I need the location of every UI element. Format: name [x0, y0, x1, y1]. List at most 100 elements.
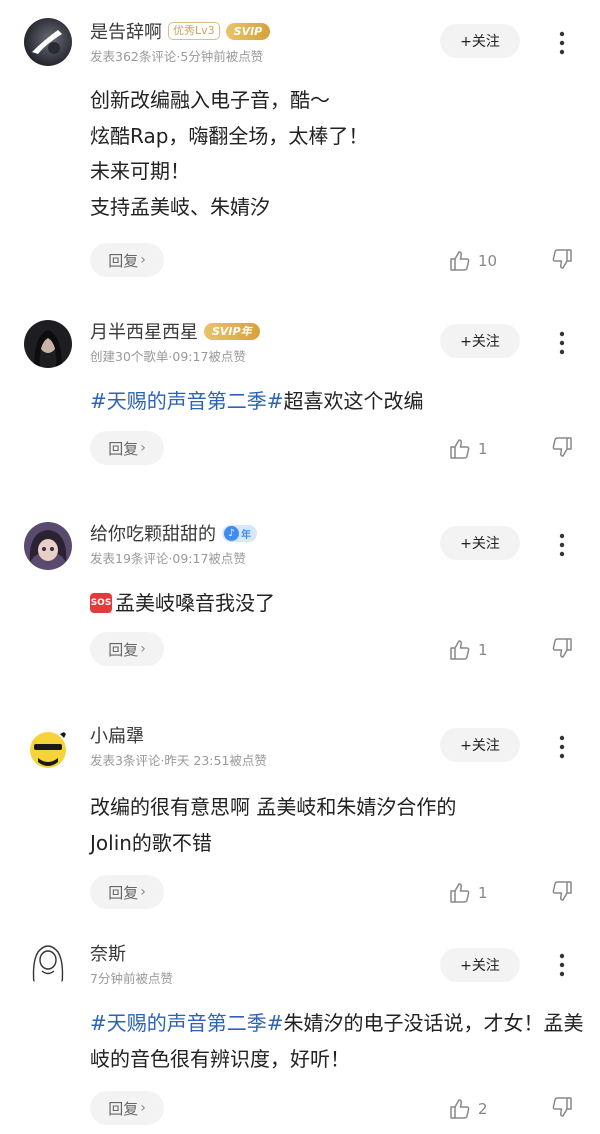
like-count: 1	[478, 641, 488, 659]
more-options-icon[interactable]	[552, 28, 572, 58]
avatar-line-hoodie-icon	[24, 938, 72, 986]
comment-line: 支持孟美岐、朱婧汐	[90, 194, 270, 219]
username[interactable]: 月半西星西星	[90, 318, 198, 344]
comment-item: 奈斯 7分钟前被点赞 +关注 #天赐的声音第二季#朱婧汐的电子没话说，才女！孟美…	[0, 926, 600, 1134]
follow-button[interactable]: +关注	[440, 728, 520, 762]
reply-button[interactable]: 回复 ›	[90, 243, 164, 277]
hashtag-link[interactable]: #天赐的声音第二季#	[90, 1011, 284, 1035]
comment-meta: 7分钟前被点赞	[90, 971, 173, 986]
like-button[interactable]: 1	[448, 636, 488, 664]
reply-button[interactable]: 回复 ›	[90, 632, 164, 666]
thumbs-down-icon	[552, 1097, 572, 1117]
avatar[interactable]	[24, 320, 72, 368]
hashtag-link[interactable]: #天赐的声音第二季#	[90, 389, 284, 413]
thumbs-up-icon	[450, 640, 470, 660]
chevron-right-icon: ›	[140, 252, 146, 268]
thumbs-down-icon	[552, 638, 572, 658]
more-options-icon[interactable]	[552, 530, 572, 560]
name-row: 月半西星西星 SVIP年	[90, 318, 260, 344]
like-count: 1	[478, 440, 488, 458]
comment-line: 超喜欢这个改编	[283, 389, 424, 413]
name-row: 小扁犟	[90, 722, 144, 748]
comment-meta: 发表19条评论·09:17被点赞	[90, 551, 246, 566]
chevron-right-icon: ›	[140, 884, 146, 900]
username[interactable]: 给你吃颗甜甜的	[90, 520, 216, 546]
name-row: 是告辞啊 优秀Lv3 SVIP	[90, 18, 271, 44]
music-note-icon: ♪	[224, 525, 239, 541]
follow-button[interactable]: +关注	[440, 526, 520, 560]
chevron-right-icon: ›	[140, 440, 146, 456]
comment-line: 改编的很有意思啊 孟美岐和朱婧汐合作的	[90, 795, 457, 819]
thumbs-down-icon	[552, 437, 572, 457]
like-button[interactable]: 1	[448, 435, 488, 463]
thumbs-up-icon	[450, 883, 470, 903]
comment-line: 未来可期！	[90, 159, 190, 183]
comment-text: 改编的很有意思啊 孟美岐和朱婧汐合作的 Jolin的歌不错	[90, 790, 590, 861]
name-row: 给你吃颗甜甜的 ♪ 年	[90, 520, 257, 546]
comment-line: 炫酷Rap，嗨翻全场，太棒了！	[90, 123, 369, 148]
follow-button[interactable]: +关注	[440, 324, 520, 358]
comment-line: Jolin的歌不错	[90, 830, 212, 855]
like-count: 2	[478, 1100, 488, 1118]
svip-badge: SVIP	[225, 22, 271, 40]
username[interactable]: 小扁犟	[90, 722, 144, 748]
reply-label: 回复	[108, 439, 139, 458]
avatar[interactable]	[24, 938, 72, 986]
avatar-woman-portrait-icon	[24, 320, 72, 368]
comment-feed: 是告辞啊 优秀Lv3 SVIP 发表362条评论·5分钟前被点赞 +关注 创新改…	[0, 0, 600, 1134]
sos-emoji-icon: SOS	[90, 592, 112, 613]
thumbs-up-icon	[450, 251, 470, 271]
more-options-icon[interactable]	[552, 732, 572, 762]
comment-line: 孟美岐嗓音我没了	[115, 591, 275, 615]
dislike-button[interactable]	[550, 636, 578, 664]
like-count: 1	[478, 884, 488, 902]
chevron-right-icon: ›	[140, 1100, 146, 1116]
comment-meta: 发表362条评论·5分钟前被点赞	[90, 49, 264, 64]
thumbs-down-icon	[552, 881, 572, 901]
badge-text: 年	[241, 529, 251, 541]
like-button[interactable]: 1	[448, 879, 488, 907]
more-options-icon[interactable]	[552, 950, 572, 980]
like-button[interactable]: 2	[448, 1095, 488, 1123]
reply-button[interactable]: 回复 ›	[90, 1091, 164, 1125]
dislike-button[interactable]	[550, 879, 578, 907]
comment-item: 小扁犟 发表3条评论·昨天 23:51被点赞 +关注 改编的很有意思啊 孟美岐和…	[0, 704, 600, 926]
comment-text: SOS 孟美岐嗓音我没了	[90, 586, 590, 622]
dislike-button[interactable]	[550, 1095, 578, 1123]
thumbs-up-icon	[450, 439, 470, 459]
reply-label: 回复	[108, 883, 139, 902]
comment-text: 创新改编融入电子音，酷～ 炫酷Rap，嗨翻全场，太棒了！ 未来可期！ 支持孟美岐…	[90, 83, 590, 225]
music-vip-badge: ♪ 年	[222, 524, 257, 542]
thumbs-up-icon	[450, 1099, 470, 1119]
svip-badge: SVIP年	[204, 322, 260, 340]
reply-label: 回复	[108, 251, 139, 270]
username[interactable]: 奈斯	[90, 940, 126, 966]
avatar[interactable]	[24, 18, 72, 66]
comment-item: 月半西星西星 SVIP年 创建30个歌单·09:17被点赞 +关注 #天赐的声音…	[0, 300, 600, 502]
comment-item: 给你吃颗甜甜的 ♪ 年 发表19条评论·09:17被点赞 +关注 SOS 孟美岐嗓…	[0, 502, 600, 704]
thumbs-down-icon	[552, 249, 572, 269]
avatar-dark-moon-icon	[24, 18, 72, 66]
avatar[interactable]	[24, 522, 72, 570]
comment-text: #天赐的声音第二季#朱婧汐的电子没话说，才女！孟美岐的音色很有辨识度，好听！	[90, 1006, 590, 1077]
like-button[interactable]: 10	[448, 247, 497, 275]
dislike-button[interactable]	[550, 247, 578, 275]
dislike-button[interactable]	[550, 435, 578, 463]
follow-button[interactable]: +关注	[440, 948, 520, 982]
comment-meta: 发表3条评论·昨天 23:51被点赞	[90, 753, 267, 768]
reply-label: 回复	[108, 640, 139, 659]
comment-meta: 创建30个歌单·09:17被点赞	[90, 349, 246, 364]
reply-button[interactable]: 回复 ›	[90, 431, 164, 465]
follow-button[interactable]: +关注	[440, 24, 520, 58]
like-count: 10	[478, 252, 498, 270]
reply-label: 回复	[108, 1099, 139, 1118]
comment-item: 是告辞啊 优秀Lv3 SVIP 发表362条评论·5分钟前被点赞 +关注 创新改…	[0, 0, 600, 300]
username[interactable]: 是告辞啊	[90, 18, 162, 44]
reply-button[interactable]: 回复 ›	[90, 875, 164, 909]
more-options-icon[interactable]	[552, 328, 572, 358]
avatar-anime-girl-icon	[24, 522, 72, 570]
avatar-yellow-emoji-icon	[24, 726, 72, 774]
comment-text: #天赐的声音第二季#超喜欢这个改编	[90, 384, 590, 420]
name-row: 奈斯	[90, 940, 126, 966]
avatar[interactable]	[24, 726, 72, 774]
